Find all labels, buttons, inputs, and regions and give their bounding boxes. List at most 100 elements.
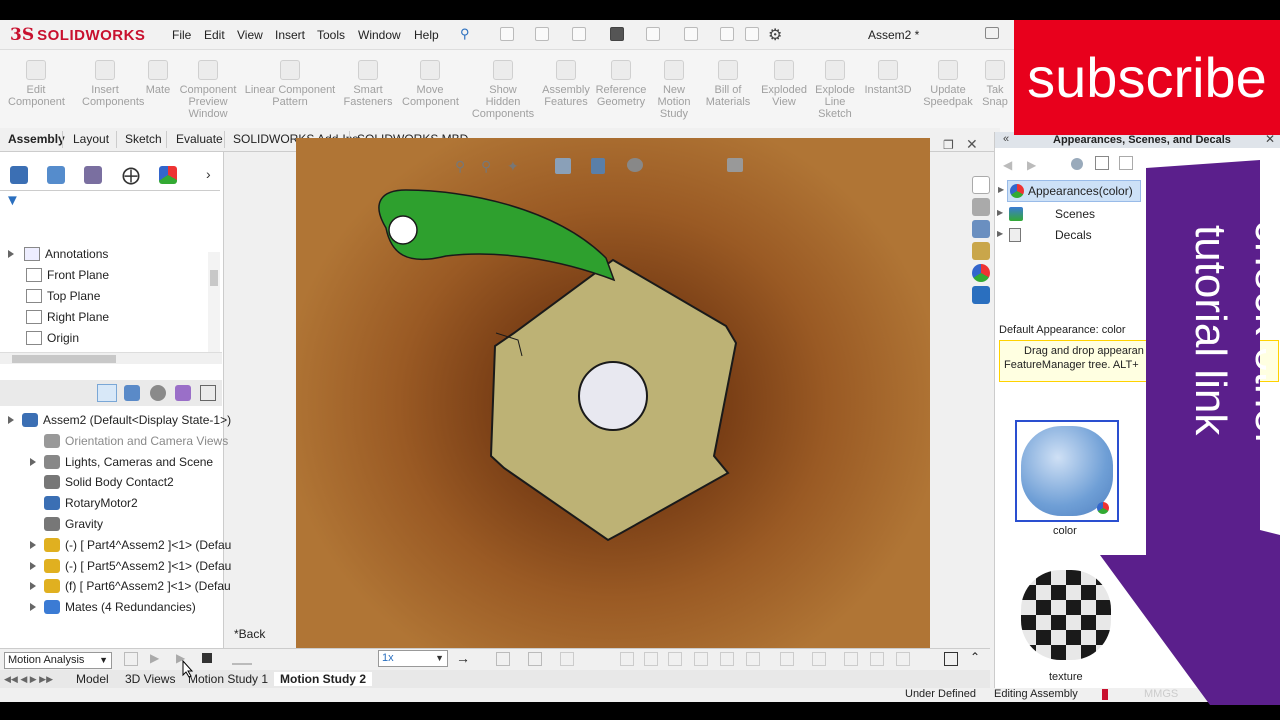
rebuild-icon[interactable]	[720, 27, 734, 41]
expand-arrow-icon[interactable]	[30, 540, 36, 549]
tree-item-6[interactable]: (-) [ Part4^Assem2 ]<1> (Defau	[30, 535, 231, 555]
select-icon[interactable]	[684, 27, 698, 41]
expand-arrow-icon[interactable]	[30, 561, 36, 570]
previous-view-icon[interactable]: ✦	[507, 158, 519, 175]
results-icon[interactable]	[780, 652, 794, 666]
cmd-button-9[interactable]: Reference Geometry	[592, 60, 650, 108]
cmd-button-3[interactable]: Component Preview Window	[178, 60, 238, 120]
cmd-button-12[interactable]: Exploded View	[758, 60, 810, 108]
study-properties-icon[interactable]	[812, 652, 826, 666]
design-library-icon[interactable]	[972, 220, 990, 238]
tree-item-annotations[interactable]: Annotations	[8, 244, 108, 264]
save-animation-icon[interactable]	[496, 652, 510, 666]
expand-arrow-icon[interactable]	[30, 582, 36, 591]
cmd-button-4[interactable]: Linear Component Pattern	[244, 60, 336, 108]
cmd-button-10[interactable]: New Motion Study	[652, 60, 696, 120]
feature-manager-icon[interactable]	[10, 166, 28, 184]
tab-motion-study-2[interactable]: Motion Study 2	[274, 672, 372, 686]
tree-item-top-plane[interactable]: Top Plane	[26, 286, 100, 306]
stop-icon[interactable]	[202, 653, 212, 663]
playback-speed-select[interactable]: 1x ▼	[378, 650, 448, 667]
vertical-scrollbar[interactable]	[208, 252, 220, 352]
cmd-button-13[interactable]: Explode Line Sketch	[814, 60, 856, 120]
custom-properties-icon[interactable]	[972, 286, 990, 304]
tab-scroll-icons[interactable]: ◀◀ ◀ ▶ ▶▶	[4, 674, 53, 685]
appearances-tab-icon[interactable]	[972, 264, 990, 282]
hide-show-icon[interactable]	[627, 158, 643, 172]
expand-arrow-icon[interactable]	[8, 250, 14, 258]
undo-icon[interactable]	[646, 27, 660, 41]
open-icon[interactable]	[535, 27, 549, 41]
force-icon[interactable]	[694, 652, 708, 666]
tree-item-front-plane[interactable]: Front Plane	[26, 265, 109, 285]
spring-icon[interactable]	[644, 652, 658, 666]
filter-icon[interactable]: ▼	[5, 192, 20, 209]
model-canvas[interactable]	[296, 138, 930, 648]
restore-icon[interactable]: ❐	[943, 138, 954, 152]
resources-icon[interactable]	[972, 198, 990, 216]
file-props-icon[interactable]	[745, 27, 759, 41]
cmd-button-14[interactable]: Instant3D	[862, 60, 914, 96]
tree-item-right-plane[interactable]: Right Plane	[26, 307, 109, 327]
tree-item-4[interactable]: RotaryMotor2	[30, 493, 138, 513]
calculate-icon[interactable]	[124, 652, 138, 666]
view-orientation-icon[interactable]	[591, 158, 605, 174]
cmd-button-6[interactable]: Move Component	[402, 60, 459, 108]
cmd-button-1[interactable]: Insert Components	[82, 60, 144, 108]
back-icon[interactable]: ◀	[1003, 158, 1012, 172]
tab-assembly[interactable]: Assembly	[8, 132, 65, 146]
filter-toggle-icon[interactable]	[97, 384, 117, 402]
expand-arrow-icon[interactable]: ▶	[997, 229, 1003, 238]
tab-layout[interactable]: Layout	[73, 132, 109, 146]
cmd-button-5[interactable]: Smart Fasteners	[340, 60, 396, 108]
filter-driving-icon[interactable]	[870, 652, 884, 666]
menu-file[interactable]: File	[172, 28, 191, 42]
playback-mode-icon[interactable]: →	[456, 650, 470, 666]
menu-tools[interactable]: Tools	[317, 28, 345, 42]
zoom-area-icon[interactable]: ⚲	[481, 158, 491, 175]
add-location-icon[interactable]	[1071, 158, 1083, 170]
tab-sketch[interactable]: Sketch	[125, 132, 162, 146]
timeline-slider[interactable]	[232, 653, 252, 665]
file-explorer-icon[interactable]	[972, 242, 990, 260]
animation-wizard-icon[interactable]	[528, 652, 542, 666]
graphics-area[interactable]: *Back	[234, 138, 930, 648]
tree-item-2[interactable]: Lights, Cameras and Scene	[30, 452, 213, 472]
tree-item-3[interactable]: Solid Body Contact2	[30, 472, 174, 492]
gravity-icon[interactable]	[746, 652, 760, 666]
expand-arrow-icon[interactable]	[30, 457, 36, 466]
tree-item-8[interactable]: (f) [ Part6^Assem2 ]<1> (Defau	[30, 576, 231, 596]
tab-evaluate[interactable]: Evaluate	[176, 132, 223, 146]
timeline-view-icon[interactable]	[944, 652, 958, 666]
solidworks-logo[interactable]: 3S SOLIDWORKS	[10, 23, 145, 47]
menu-edit[interactable]: Edit	[204, 28, 225, 42]
filter-selected-icon[interactable]	[896, 652, 910, 666]
view-settings-icon[interactable]	[727, 158, 743, 172]
print-icon[interactable]	[610, 27, 624, 41]
cmd-button-7[interactable]: Show Hidden Components	[470, 60, 536, 120]
new-doc-icon[interactable]	[500, 27, 514, 41]
forward-icon[interactable]: ▶	[1027, 158, 1036, 172]
chat-icon[interactable]	[985, 27, 999, 39]
tree-item-7[interactable]: (-) [ Part5^Assem2 ]<1> (Defau	[30, 556, 231, 576]
expand-arrow-icon[interactable]: ▶	[997, 208, 1003, 217]
save-icon[interactable]	[572, 27, 586, 41]
contact-icon[interactable]	[720, 652, 734, 666]
cmd-button-0[interactable]: Edit Component	[8, 60, 65, 108]
tab-3d-views[interactable]: 3D Views	[125, 672, 175, 686]
menu-insert[interactable]: Insert	[275, 28, 305, 42]
cmd-button-11[interactable]: Bill of Materials	[702, 60, 754, 108]
section-view-icon[interactable]	[555, 158, 571, 174]
expand-arrow-icon[interactable]	[8, 416, 14, 424]
cmd-button-2[interactable]: Mate	[144, 60, 172, 96]
property-manager-icon[interactable]	[47, 166, 65, 184]
chevrons-icon[interactable]: «	[1003, 133, 1009, 145]
dimxpert-icon[interactable]: ⨁	[122, 166, 140, 184]
cmd-button-8[interactable]: Assembly Features	[538, 60, 594, 108]
filter-animated-icon[interactable]	[844, 652, 858, 666]
close-viewport-icon[interactable]: ✕	[966, 136, 978, 153]
collapse-icon[interactable]: ⌃	[970, 650, 980, 664]
autokey-icon[interactable]	[560, 652, 574, 666]
suppress-icon[interactable]	[150, 385, 166, 401]
cmd-button-16[interactable]: Tak Snap	[980, 60, 1010, 108]
